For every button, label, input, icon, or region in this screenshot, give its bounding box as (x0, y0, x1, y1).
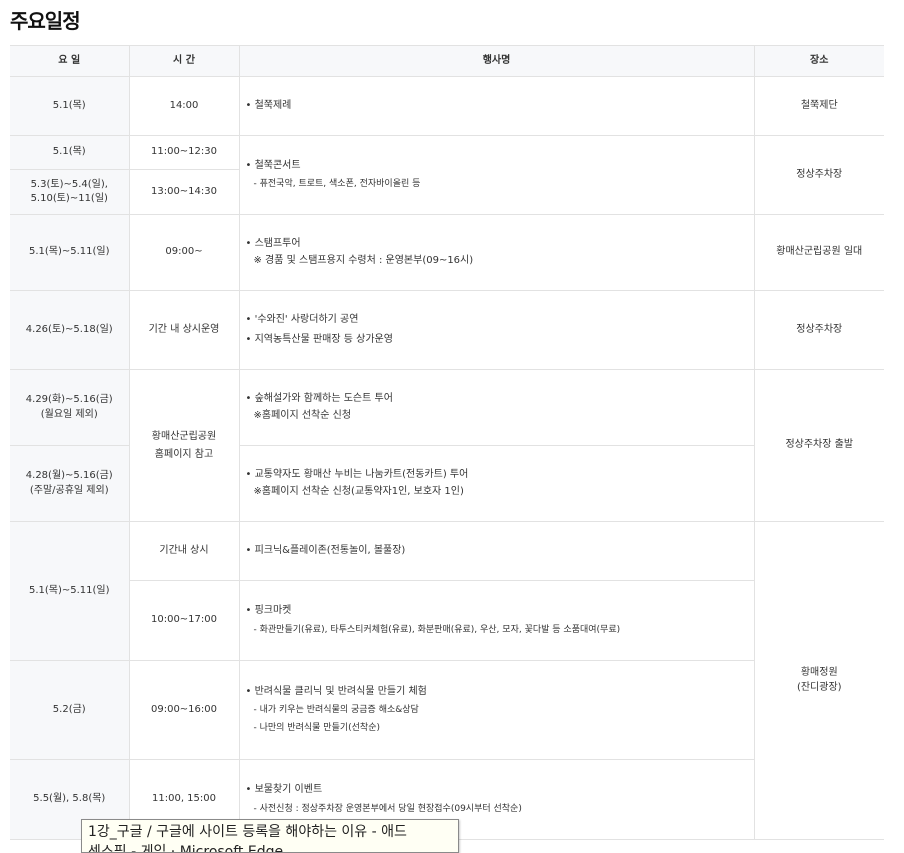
day-cell: 5.3(토)~5.4(일), 5.10(토)~11(일) (10, 169, 130, 215)
event-line: • 반려식물 클리닉 및 반려식물 만들기 체험 (245, 685, 427, 697)
table-row: 5.1(목) 11:00~12:30 • 철쭉콘서트 - 퓨전국악, 트로트, … (10, 135, 884, 215)
event-line: • 스탬프투어 (245, 238, 301, 249)
event-note: ※홈페이지 선착순 신청(교통약자1인, 보호자 1인) (253, 485, 464, 497)
tooltip-line: 센스픽 - 게임 · Microsoft Edge (88, 844, 284, 853)
time-cell: 10:00~17:00 (129, 580, 240, 661)
event-cell: • 철쭉제례 (238, 76, 755, 136)
schedule-table: 요 일 시 간 행사명 장소 5.1(목) 14:00 • 철쭉제례 철쭉제단 … (10, 45, 884, 840)
day-cell: 5.1(목)~5.11(일) (10, 521, 130, 661)
event-subline: - 화관만들기(유료), 타투스티커체험(유료), 화분판매(유료), 우산, … (253, 624, 621, 635)
event-line: • 교통약자도 황매산 누비는 나눔카트(전동카트) 투어 (245, 469, 469, 480)
time-cell: 황매산군립공원 홈페이지 참고 (128, 369, 240, 522)
place-cell: 철쭉제단 (753, 76, 884, 136)
day-cell: 4.26(토)~5.18(일) (10, 290, 130, 370)
event-line: • 철쭉콘서트 (245, 159, 301, 171)
event-line: • '수와진' 사랑더하기 공연 (245, 314, 359, 325)
event-subline: - 나만의 반려식물 만들기(선착순) (253, 723, 381, 734)
event-cell: • 교통약자도 황매산 누비는 나눔카트(전동카트) 투어 ※홈페이지 선착순 … (238, 445, 754, 522)
table-row: 5.1(목) 14:00 • 철쭉제례 철쭉제단 (10, 76, 884, 136)
event-note: ※ 경품 및 스탬프용지 수령처 : 운영본부(09~16시) (253, 254, 474, 266)
place-cell: 정상주차장 출발 (753, 369, 884, 522)
tooltip-line: 1강_구글 / 구글에 사이트 등록을 해야하는 이유 - 애드 (88, 824, 407, 840)
day-cell: 4.29(화)~5.16(금) (월요일 제외) (10, 369, 130, 446)
table-row: 10:00~17:00 • 핑크마켓 - 화관만들기(유료), 타투스티커체험(… (10, 580, 884, 661)
event-line: • 숲해설가와 함께하는 도슨트 투어 (245, 393, 393, 404)
place-cell: 황매정원 (잔디광장) (753, 521, 884, 840)
event-cell: • 피크닉&플레이존(전통놀이, 볼풀장) (238, 521, 755, 581)
event-line: • 보물찾기 이벤트 (245, 784, 323, 796)
event-cell: • 철쭉콘서트 - 퓨전국악, 트로트, 색소폰, 전자바이올린 등 (238, 135, 755, 215)
event-line: • 철쭉제례 (245, 99, 292, 111)
browser-tooltip: 1강_구글 / 구글에 사이트 등록을 해야하는 이유 - 애드 센스픽 - 게… (81, 819, 459, 853)
event-note: ※홈페이지 선착순 신청 (253, 409, 352, 421)
day-cell: 4.28(월)~5.16(금) (주말/공휴일 제외) (10, 445, 130, 522)
header-time: 시 간 (128, 45, 240, 77)
table-row: 5.2(금) 09:00~16:00 • 반려식물 클리닉 및 반려식물 만들기… (10, 660, 884, 760)
table-row: 5.1(목)~5.11(일) 09:00~ • 스탬프투어 ※ 경품 및 스탬프… (10, 214, 884, 291)
event-line: • 지역농특산물 판매장 등 상가운영 (245, 333, 393, 345)
time-cell: 09:00~ (128, 214, 240, 291)
place-cell: 황매산군립공원 일대 (753, 214, 884, 291)
event-cell: • 핑크마켓 - 화관만들기(유료), 타투스티커체험(유료), 화분판매(유료… (238, 580, 754, 661)
event-cell: • 숲해설가와 함께하는 도슨트 투어 ※홈페이지 선착순 신청 (238, 369, 755, 446)
table-header-row: 요 일 시 간 행사명 장소 (10, 45, 884, 77)
time-cell: 기간 내 상시운영 (128, 290, 240, 370)
event-line: • 핑크마켓 (245, 605, 292, 617)
day-cell: 5.1(목) (10, 135, 130, 170)
event-subline: - 퓨전국악, 트로트, 색소폰, 전자바이올린 등 (253, 179, 421, 190)
header-place: 장소 (753, 45, 884, 77)
header-day: 요 일 (10, 45, 130, 77)
time-cell: 11:00~12:30 (128, 135, 240, 170)
day-cell: 5.2(금) (10, 660, 130, 760)
time-cell: 14:00 (128, 76, 240, 136)
time-cell: 13:00~14:30 (128, 169, 239, 215)
table-row: 4.26(토)~5.18(일) 기간 내 상시운영 • '수와진' 사랑더하기 … (10, 290, 884, 370)
event-cell: • '수와진' 사랑더하기 공연 • 지역농특산물 판매장 등 상가운영 (238, 290, 755, 370)
place-cell: 정상주차장 (753, 290, 884, 370)
event-subline: - 사전신청 : 정상주차장 운영본부에서 당일 현장접수(09시부터 선착순) (253, 803, 522, 814)
day-cell: 5.1(목) (10, 76, 130, 136)
event-cell: • 스탬프투어 ※ 경품 및 스탬프용지 수령처 : 운영본부(09~16시) (238, 214, 755, 291)
time-cell: 기간내 상시 (128, 521, 240, 581)
page-title: 주요일정 (10, 9, 81, 33)
event-cell: • 반려식물 클리닉 및 반려식물 만들기 체험 - 내가 키우는 반려식물의 … (238, 660, 754, 760)
header-event: 행사명 (238, 45, 755, 77)
time-cell: 09:00~16:00 (128, 660, 240, 760)
table-row: 4.29(화)~5.16(금) (월요일 제외) 황매산군립공원 홈페이지 참고… (10, 369, 884, 522)
table-row: 5.1(목)~5.11(일) 기간내 상시 • 피크닉&플레이존(전통놀이, 볼… (10, 521, 884, 840)
day-cell: 5.1(목)~5.11(일) (10, 214, 130, 291)
event-line: • 피크닉&플레이존(전통놀이, 볼풀장) (245, 544, 406, 556)
place-cell: 정상주차장 (753, 135, 884, 215)
event-subline: - 내가 키우는 반려식물의 궁금증 해소&상담 (253, 705, 419, 716)
